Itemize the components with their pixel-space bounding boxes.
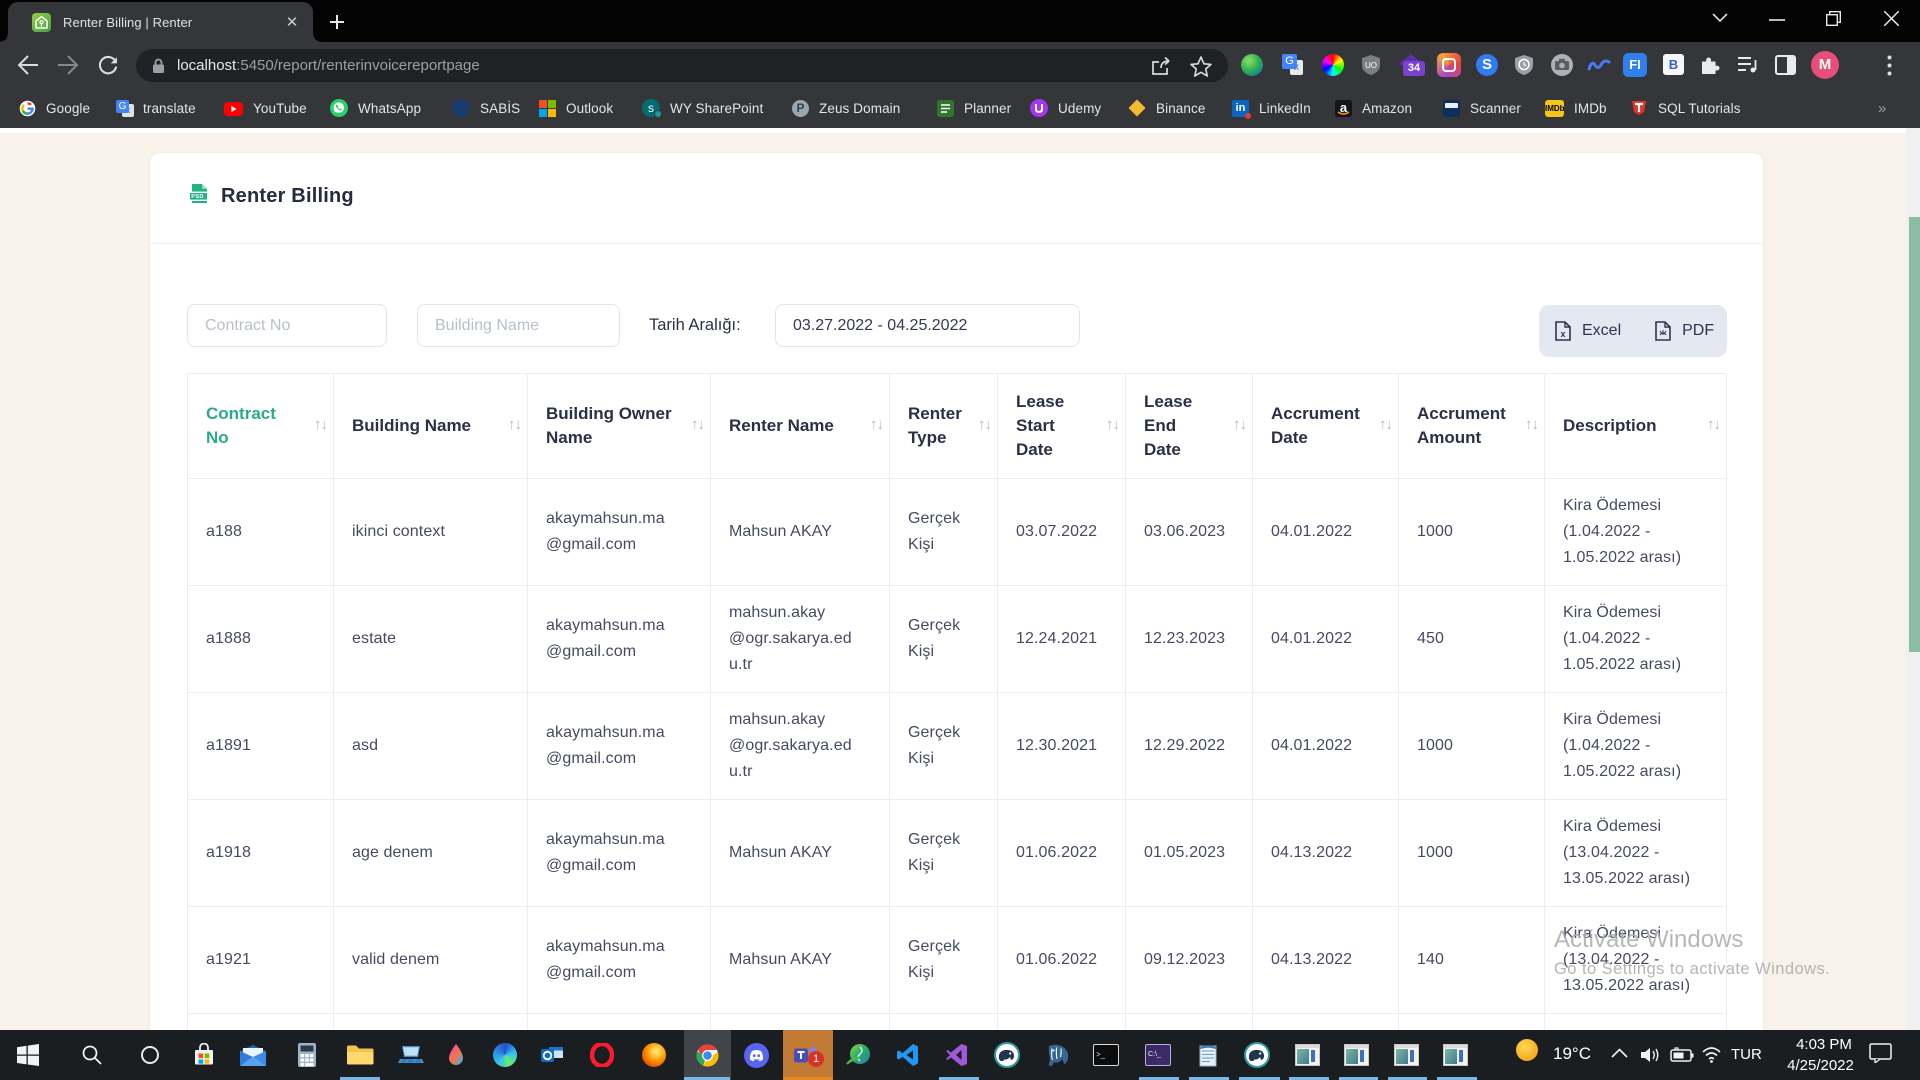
svg-text:PSD: PSD (191, 194, 203, 200)
svg-text:x: x (1560, 329, 1565, 339)
svg-text:UO: UO (1365, 61, 1377, 70)
